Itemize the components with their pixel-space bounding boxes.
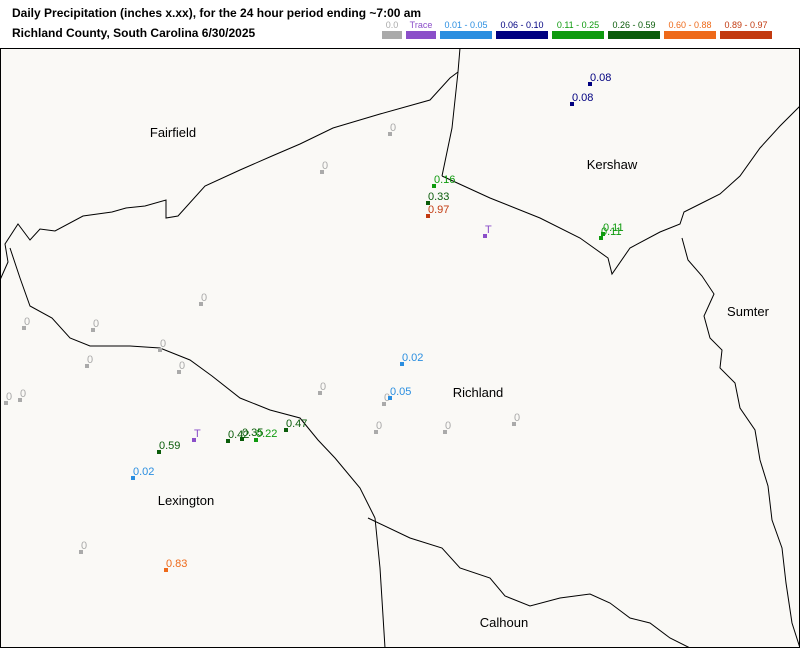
legend-item-006-010: 0.06 - 0.10 [496, 20, 548, 39]
station-value-label: 0.05 [390, 386, 411, 398]
station-value-label: 0 [87, 354, 93, 366]
station-value-label: 0 [376, 420, 382, 432]
station-marker: 0 [512, 412, 520, 426]
station-marker: 0 [443, 420, 451, 434]
station-value-label: 0.22 [256, 428, 277, 440]
legend-item-011-025: 0.11 - 0.25 [552, 20, 604, 39]
legend-swatch [382, 31, 402, 39]
station-value-label: 0 [81, 540, 87, 552]
station-marker: 0 [388, 122, 396, 136]
station-value-label: 0.11 [603, 222, 624, 234]
station-value-label: T [485, 224, 492, 236]
legend-swatch [608, 31, 660, 39]
station-value-label: 0.59 [159, 440, 180, 452]
station-value-label: 0 [201, 292, 207, 304]
station-marker: 0 [4, 391, 12, 405]
legend-swatch [440, 31, 492, 39]
precipitation-legend: 0.0 Trace 0.01 - 0.05 0.06 - 0.10 0.11 -… [382, 20, 772, 39]
station-value-label: 0.97 [428, 204, 449, 216]
station-marker: T [192, 428, 201, 442]
station-marker: 0.33 [426, 191, 449, 205]
legend-swatch [406, 31, 436, 39]
legend-swatch [664, 31, 716, 39]
station-marker: 0.47 [284, 418, 307, 432]
station-marker: 0 [91, 318, 99, 332]
station-value-label: 0.47 [286, 418, 307, 430]
station-value-label: 0 [24, 316, 30, 328]
station-marker: 0.16 [432, 174, 455, 188]
station-value-label: 0 [179, 360, 185, 372]
station-marker: 0 [79, 540, 87, 554]
station-marker: 0.08 [588, 72, 611, 86]
station-marker: 0 [177, 360, 185, 374]
map-subtitle: Richland County, South Carolina 6/30/202… [12, 26, 256, 40]
station-marker: 0.11 [601, 222, 624, 236]
legend-item-001-005: 0.01 - 0.05 [440, 20, 492, 39]
station-marker: 0.08 [570, 92, 593, 106]
legend-swatch [720, 31, 772, 39]
station-marker: 0 [374, 420, 382, 434]
station-value-label: 0.16 [434, 174, 455, 186]
legend-label: Trace [409, 20, 433, 30]
legend-label: 0.26 - 0.59 [612, 20, 656, 30]
map-frame [0, 48, 800, 648]
station-marker: 0 [85, 354, 93, 368]
station-marker: 0.02 [400, 352, 423, 366]
legend-item-089-097: 0.89 - 0.97 [720, 20, 772, 39]
station-value-label: 0 [514, 412, 520, 424]
station-marker: 0 [158, 338, 166, 352]
station-value-label: 0 [390, 122, 396, 134]
station-marker: T [483, 224, 492, 238]
county-label-sumter: Sumter [727, 304, 770, 319]
legend-item-zero: 0.0 [382, 20, 402, 39]
station-marker: 0.59 [157, 440, 180, 454]
station-marker: 0.22 [254, 428, 277, 442]
station-value-label: 0.83 [166, 558, 187, 570]
station-value-label: 0 [320, 381, 326, 393]
station-value-label: 0 [93, 318, 99, 330]
station-marker: 0 [18, 388, 26, 402]
county-label-calhoun: Calhoun [480, 615, 528, 630]
station-value-label: 0 [445, 420, 451, 432]
legend-item-060-088: 0.60 - 0.88 [664, 20, 716, 39]
legend-label: 0.0 [385, 20, 399, 30]
station-value-label: 0.02 [402, 352, 423, 364]
county-label-kershaw: Kershaw [587, 157, 638, 172]
station-marker: 0.05 [388, 386, 411, 400]
station-value-label: 0 [20, 388, 26, 400]
station-value-label: 0 [160, 338, 166, 350]
map-page: Daily Precipitation (inches x.xx), for t… [0, 0, 800, 650]
county-map: Fairfield Kershaw Sumter Richland Lexing… [0, 48, 800, 648]
legend-item-026-059: 0.26 - 0.59 [608, 20, 660, 39]
legend-label: 0.60 - 0.88 [668, 20, 712, 30]
station-value-label: 0 [6, 391, 12, 403]
legend-label: 0.89 - 0.97 [724, 20, 768, 30]
station-marker: 0 [199, 292, 207, 306]
county-label-lexington: Lexington [158, 493, 214, 508]
legend-label: 0.06 - 0.10 [500, 20, 544, 30]
station-value-label: 0.33 [428, 191, 449, 203]
station-value-label: 0.02 [133, 466, 154, 478]
legend-label: 0.01 - 0.05 [444, 20, 488, 30]
county-label-fairfield: Fairfield [150, 125, 196, 140]
station-marker: 0.83 [164, 558, 187, 572]
station-value-label: 0.08 [572, 92, 593, 104]
station-marker: 0 [320, 160, 328, 174]
station-marker: 0 [22, 316, 30, 330]
station-value-label: 0 [322, 160, 328, 172]
legend-swatch [496, 31, 548, 39]
county-label-richland: Richland [453, 385, 504, 400]
legend-item-trace: Trace [406, 20, 436, 39]
station-marker: 0.97 [426, 204, 449, 218]
map-title: Daily Precipitation (inches x.xx), for t… [12, 6, 422, 20]
station-value-label: T [194, 428, 201, 440]
station-marker: 0 [318, 381, 326, 395]
station-value-label: 0.08 [590, 72, 611, 84]
legend-swatch [552, 31, 604, 39]
legend-label: 0.11 - 0.25 [556, 20, 600, 30]
station-marker: 0.02 [131, 466, 154, 480]
